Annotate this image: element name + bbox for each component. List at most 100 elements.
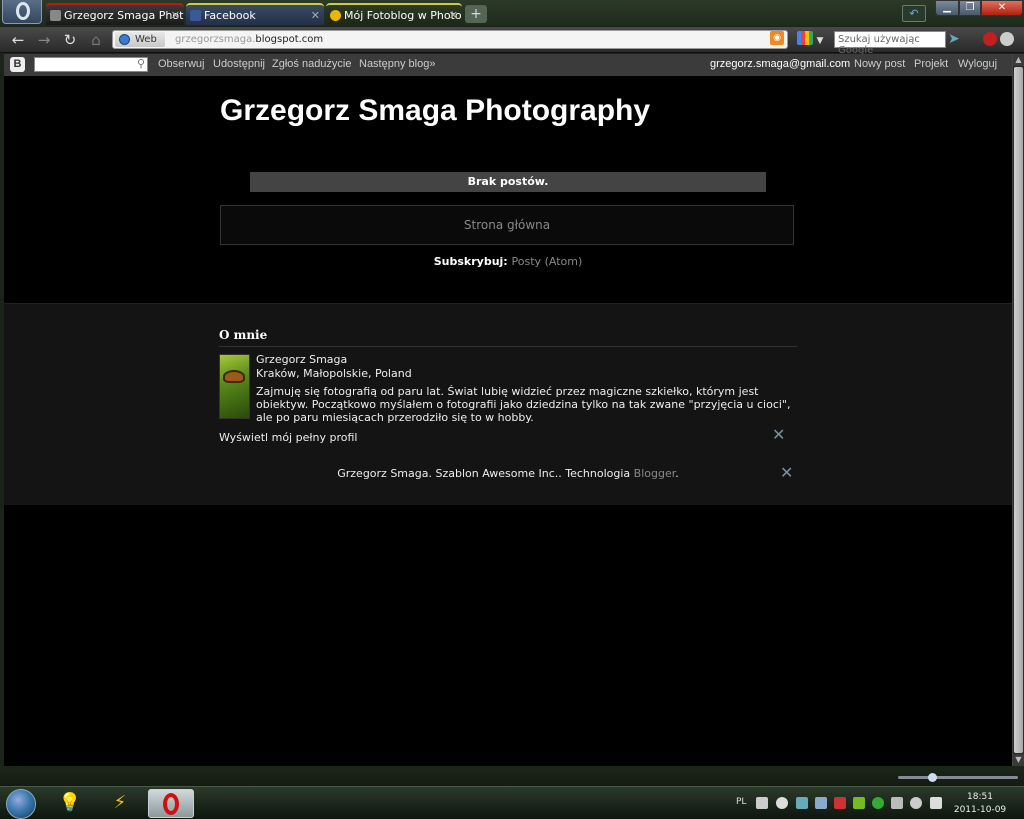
wrench-icon[interactable]: ✕ xyxy=(772,425,785,444)
site-badge-label: Web xyxy=(135,34,157,45)
credits-text: Grzegorz Smaga. Szablon Awesome Inc.. Te… xyxy=(337,467,631,480)
subscribe-label: Subskrybuj: xyxy=(433,255,508,268)
blogger-logo-icon[interactable]: B xyxy=(10,57,25,72)
new-tab-button[interactable]: + xyxy=(465,5,487,23)
new-post-link[interactable]: Nowy post xyxy=(854,58,905,70)
globe-icon xyxy=(119,34,130,45)
closed-tabs-trash-icon[interactable]: ↶ xyxy=(902,5,926,22)
zoom-slider[interactable] xyxy=(898,776,1018,779)
monitor-icon[interactable] xyxy=(891,797,903,809)
minimize-button[interactable]: ▁ xyxy=(935,0,959,16)
user-email: grzegorz.smaga@gmail.com xyxy=(710,58,851,70)
tab-title: Grzegorz Smaga Phot... xyxy=(64,9,184,22)
media-app-icon[interactable]: ⚡ xyxy=(108,791,132,815)
lightbulb-app-icon[interactable]: 💡 xyxy=(58,791,82,815)
scroll-up-icon[interactable]: ▲ xyxy=(1013,54,1024,66)
stop-icon[interactable] xyxy=(983,32,997,46)
opera-taskbar-button[interactable] xyxy=(148,789,194,818)
rss-feed-icon[interactable]: ◉ xyxy=(770,31,784,45)
design-link[interactable]: Projekt xyxy=(914,58,948,70)
volume-icon[interactable] xyxy=(930,797,942,809)
reload-icon[interactable]: ↻ xyxy=(60,31,80,49)
browser-tab-bar: Grzegorz Smaga Phot... ✕ Facebook ✕ Mój … xyxy=(0,0,1024,26)
tab-fotoblog[interactable]: Mój Fotoblog w Photo... ✕ xyxy=(326,3,462,25)
report-abuse-link[interactable]: Zgłoś nadużycie xyxy=(272,58,352,70)
blog-search-input[interactable]: ⚲ xyxy=(34,57,148,72)
opera-menu-button[interactable] xyxy=(2,0,42,24)
full-profile-link[interactable]: Wyświetl mój pełny profil xyxy=(219,431,357,444)
facebook-favicon-icon xyxy=(190,10,201,21)
credits-line: Grzegorz Smaga. Szablon Awesome Inc.. Te… xyxy=(4,467,1012,480)
google-search-engine-icon[interactable] xyxy=(797,31,813,45)
divider xyxy=(219,346,797,347)
network-share-icon[interactable] xyxy=(815,797,827,809)
address-toolbar: ← → ↻ ⌂ Web grzegorzsmaga.blogspot.com ◉… xyxy=(0,27,1024,56)
next-blog-link[interactable]: Następny blog» xyxy=(359,58,435,70)
back-icon[interactable]: ← xyxy=(8,31,28,49)
language-indicator[interactable]: PL xyxy=(736,797,746,807)
scroll-thumb[interactable] xyxy=(1014,67,1023,753)
search-icon[interactable]: ⚲ xyxy=(137,57,145,70)
sign-out-link[interactable]: Wyloguj xyxy=(958,58,997,70)
url-domain: blogspot.com xyxy=(255,34,324,45)
start-button[interactable] xyxy=(6,789,36,819)
url-prefix: grzegorzsmaga. xyxy=(175,34,256,45)
opera-icon xyxy=(163,793,179,815)
share-link[interactable]: Udostępnij xyxy=(213,58,265,70)
search-go-icon[interactable]: ➤ xyxy=(948,32,960,46)
screen: Grzegorz Smaga Phot... ✕ Facebook ✕ Mój … xyxy=(0,0,1024,819)
close-window-button[interactable]: ✕ xyxy=(981,0,1023,16)
blog-page: Grzegorz Smaga Photography Brak postów. … xyxy=(4,76,1012,766)
status-bar xyxy=(0,766,1024,786)
profile-photo[interactable] xyxy=(219,354,250,419)
tab-title: Mój Fotoblog w Photo... xyxy=(344,9,462,22)
windows-taskbar: 💡 ⚡ PL 18:51 2011-10-09 xyxy=(0,786,1024,819)
url-text: grzegorzsmaga.blogspot.com xyxy=(175,34,323,45)
close-tab-icon[interactable]: ✕ xyxy=(311,9,320,22)
zoom-slider-handle[interactable] xyxy=(928,773,937,782)
butterfly-image xyxy=(223,370,245,383)
site-badge[interactable]: Web xyxy=(115,32,165,47)
nvidia-icon[interactable] xyxy=(853,797,865,809)
home-icon[interactable]: ⌂ xyxy=(86,31,106,49)
clock-date: 2011-10-09 xyxy=(953,805,1007,815)
system-clock[interactable]: 18:51 2011-10-09 xyxy=(952,791,1008,817)
sync-icon[interactable] xyxy=(910,797,922,809)
clock-time: 18:51 xyxy=(967,792,993,802)
wrench-icon[interactable]: ✕ xyxy=(780,463,793,482)
blog-title[interactable]: Grzegorz Smaga Photography xyxy=(220,94,650,128)
no-posts-message: Brak postów. xyxy=(250,172,766,192)
search-input[interactable]: Szukaj używając Google xyxy=(834,31,946,56)
security-icon[interactable] xyxy=(834,797,846,809)
footer-section: O mnie Grzegorz Smaga Kraków, Małopolski… xyxy=(4,303,1012,505)
chevron-down-icon[interactable]: ▼ xyxy=(814,32,826,50)
follow-link[interactable]: Obserwuj xyxy=(158,58,204,70)
home-link[interactable]: Strona główna xyxy=(220,205,794,245)
address-field[interactable]: Web grzegorzsmaga.blogspot.com xyxy=(112,30,788,49)
tab-facebook[interactable]: Facebook ✕ xyxy=(186,3,324,25)
profile-location: Kraków, Małopolskie, Poland xyxy=(256,367,412,380)
opera-logo-icon xyxy=(16,2,30,20)
photoblog-favicon-icon xyxy=(330,10,341,21)
tab-grzegorz-smaga[interactable]: Grzegorz Smaga Phot... ✕ xyxy=(46,3,184,25)
maximize-button[interactable]: ❐ xyxy=(959,0,981,16)
vertical-scrollbar[interactable]: ▲ ▼ xyxy=(1012,54,1024,766)
tab-title: Facebook xyxy=(204,9,256,22)
keyboard-icon[interactable] xyxy=(756,797,768,809)
subscribe-line: Subskrybuj: Posty (Atom) xyxy=(4,255,1012,268)
blogger-link[interactable]: Blogger xyxy=(634,467,676,480)
close-tab-icon[interactable]: ✕ xyxy=(449,9,458,22)
update-icon[interactable] xyxy=(872,797,884,809)
tray-app-icon[interactable] xyxy=(776,797,788,809)
blogger-navbar: B ⚲ Obserwuj Udostępnij Zgłoś nadużycie … xyxy=(4,54,1012,76)
profile-description: Zajmuję się fotografią od paru lat. Świa… xyxy=(256,385,791,424)
credits-end: . xyxy=(675,467,679,480)
scroll-down-icon[interactable]: ▼ xyxy=(1013,754,1024,766)
forward-icon[interactable]: → xyxy=(34,31,54,49)
atom-feed-link[interactable]: Posty (Atom) xyxy=(512,255,583,268)
profile-name[interactable]: Grzegorz Smaga xyxy=(256,353,347,366)
extension-icon[interactable] xyxy=(1000,32,1014,46)
search-tray-icon[interactable] xyxy=(796,797,808,809)
about-heading: O mnie xyxy=(219,328,268,342)
close-tab-icon[interactable]: ✕ xyxy=(171,9,180,22)
